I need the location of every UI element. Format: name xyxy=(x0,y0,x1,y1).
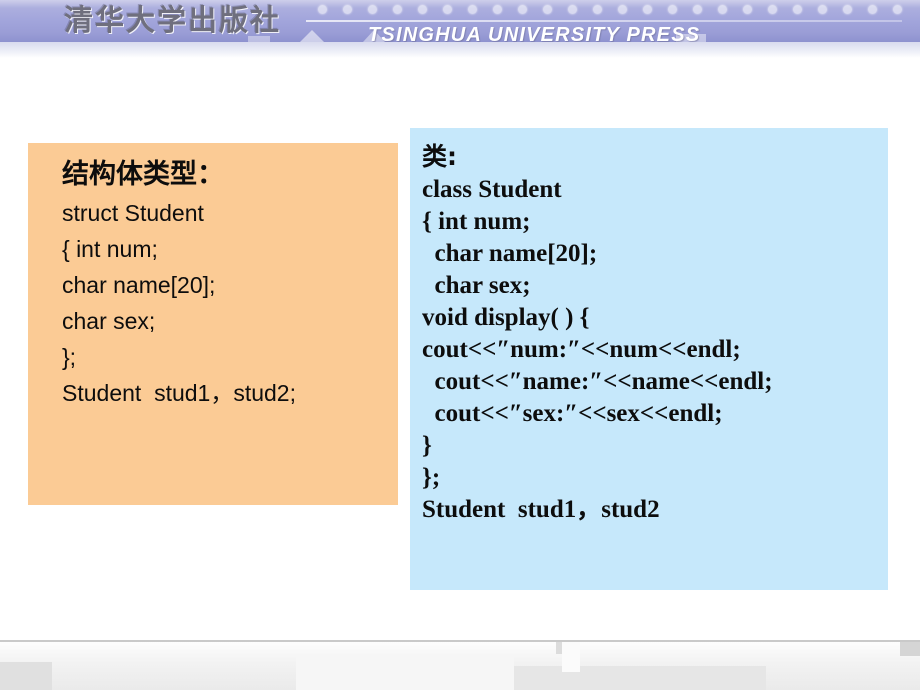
header-banner: 清华大学出版社 TSINGHUA UNIVERSITY PRESS xyxy=(0,0,920,42)
class-code-line: }; xyxy=(422,464,441,491)
publisher-name-chinese: 清华大学出版社 xyxy=(64,3,282,37)
footer-decor-column xyxy=(562,642,580,672)
struct-code-line: struct Student xyxy=(62,200,204,226)
banner-dot xyxy=(318,5,327,14)
footer-rule xyxy=(0,640,920,642)
struct-panel-heading: 结构体类型： xyxy=(62,159,224,190)
class-code-line: char name[20]; xyxy=(422,240,598,267)
banner-dot xyxy=(718,5,727,14)
banner-divider xyxy=(306,20,902,22)
banner-dot xyxy=(793,5,802,14)
banner-dot xyxy=(593,5,602,14)
struct-code-line: char name[20]; xyxy=(62,272,216,298)
class-code-line: void display( ) { xyxy=(422,304,590,331)
class-code-line: cout<<″sex:″<<sex<<endl; xyxy=(422,400,723,427)
class-code-line: } xyxy=(422,432,432,459)
header-underglow xyxy=(0,42,920,58)
banner-dot xyxy=(868,5,877,14)
footer-decor-mid xyxy=(296,654,514,690)
banner-dot xyxy=(743,5,752,14)
banner-dot xyxy=(618,5,627,14)
struct-type-panel: 结构体类型： struct Student { int num; char na… xyxy=(28,143,398,505)
banner-dot xyxy=(493,5,502,14)
banner-dot xyxy=(843,5,852,14)
banner-dot xyxy=(518,5,527,14)
struct-code-line: Student stud1，stud2; xyxy=(62,380,296,406)
footer-decor-right xyxy=(900,642,920,656)
banner-decor-triangle-left xyxy=(286,30,338,42)
banner-dot xyxy=(818,5,827,14)
struct-code-line: { int num; xyxy=(62,236,158,262)
class-code-line: cout<<″num:″<<num<<endl; xyxy=(422,336,741,363)
banner-dot xyxy=(768,5,777,14)
class-code-line: { int num; xyxy=(422,208,531,235)
banner-dot xyxy=(668,5,677,14)
class-code-line: class Student xyxy=(422,176,562,203)
class-code-line: Student stud1，stud2 xyxy=(422,496,660,523)
banner-dot xyxy=(418,5,427,14)
banner-dot xyxy=(568,5,577,14)
struct-code-line: char sex; xyxy=(62,308,156,334)
footer-decor-left xyxy=(0,662,52,690)
banner-dot xyxy=(643,5,652,14)
banner-dot xyxy=(343,5,352,14)
banner-dot xyxy=(368,5,377,14)
class-panel-heading: 类: xyxy=(422,142,457,171)
class-code-line: char sex; xyxy=(422,272,531,299)
banner-dot xyxy=(468,5,477,14)
class-code-line: cout<<″name:″<<name<<endl; xyxy=(422,368,773,395)
banner-dot xyxy=(393,5,402,14)
banner-dot xyxy=(443,5,452,14)
banner-dot xyxy=(693,5,702,14)
struct-code-line: }; xyxy=(62,344,77,370)
footer-band xyxy=(0,640,920,690)
banner-dot xyxy=(543,5,552,14)
banner-dot-row xyxy=(318,5,908,17)
publisher-name-english: TSINGHUA UNIVERSITY PRESS xyxy=(368,24,701,42)
class-type-panel: 类: class Student { int num; char name[20… xyxy=(410,128,888,590)
banner-dot xyxy=(893,5,902,14)
